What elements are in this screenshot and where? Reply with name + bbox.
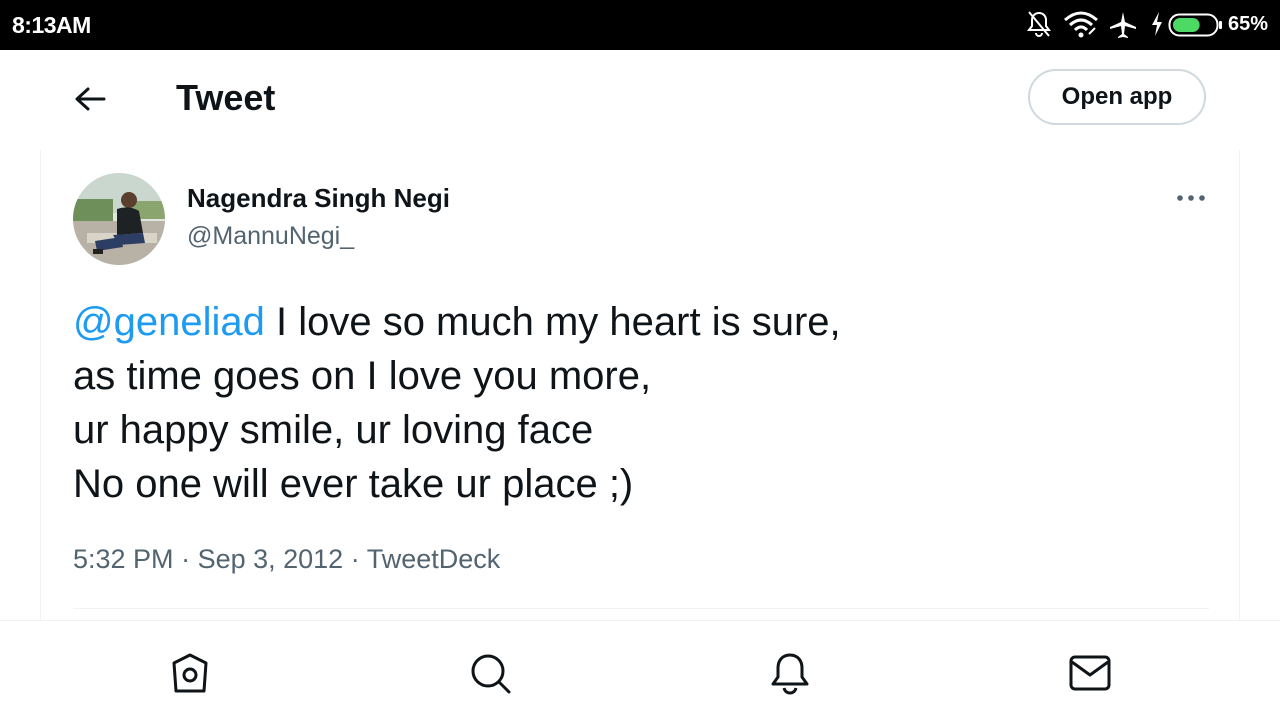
battery-percent: 65% xyxy=(1228,13,1269,35)
open-app-button[interactable]: Open app xyxy=(1028,69,1206,125)
notifications-icon xyxy=(771,653,809,695)
tweet-time[interactable]: 5:32 PM xyxy=(73,544,174,574)
battery-icon xyxy=(1168,13,1224,42)
bottom-nav xyxy=(0,620,1280,721)
bell-off-icon xyxy=(1026,10,1052,43)
header: Tweet Open app xyxy=(0,50,1280,150)
status-time: 8:13AM xyxy=(12,12,91,38)
tweet-metadata: 5:32 PM · Sep 3, 2012 · TweetDeck xyxy=(73,544,500,575)
mention-link[interactable]: @geneliad xyxy=(73,300,265,344)
arrow-left-icon xyxy=(75,87,106,111)
tweet-line-2: as time goes on I love you more, xyxy=(73,354,652,398)
status-bar: 8:13AM 65% xyxy=(0,0,1280,50)
author-name[interactable]: Nagendra Singh Negi xyxy=(187,183,450,214)
messages-icon xyxy=(1069,655,1111,691)
tweet-line-1: @geneliad I love so much my heart is sur… xyxy=(73,295,841,349)
home-icon xyxy=(172,653,208,693)
charging-icon xyxy=(1150,10,1164,43)
airplane-icon xyxy=(1108,10,1138,45)
more-icon xyxy=(1177,195,1205,201)
nav-messages[interactable] xyxy=(1068,651,1112,695)
tweet-text: @geneliad I love so much my heart is sur… xyxy=(73,295,841,511)
more-options-button[interactable] xyxy=(1175,186,1207,210)
nav-notifications[interactable] xyxy=(768,651,812,695)
tweet-card: Nagendra Singh Negi @MannuNegi_ @genelia… xyxy=(40,150,1240,620)
meta-separator: · xyxy=(173,544,198,574)
page-title: Tweet xyxy=(176,77,276,118)
wifi-icon xyxy=(1063,10,1099,45)
avatar-photo xyxy=(73,173,165,265)
tweet-line-4: No one will ever take ur place ;) xyxy=(73,462,634,506)
meta-separator: · xyxy=(343,544,367,574)
tweet-source[interactable]: TweetDeck xyxy=(367,544,501,574)
author-handle[interactable]: @MannuNegi_ xyxy=(187,222,354,251)
tweet-line-3: ur happy smile, ur loving face xyxy=(73,408,594,452)
nav-home[interactable] xyxy=(168,651,212,695)
tweet-line-1-text: I love so much my heart is sure, xyxy=(264,300,841,344)
divider xyxy=(73,608,1209,609)
back-button[interactable] xyxy=(70,80,110,120)
tweet-date[interactable]: Sep 3, 2012 xyxy=(198,544,344,574)
nav-search[interactable] xyxy=(468,651,512,695)
avatar[interactable] xyxy=(73,173,165,265)
search-icon xyxy=(471,654,511,694)
